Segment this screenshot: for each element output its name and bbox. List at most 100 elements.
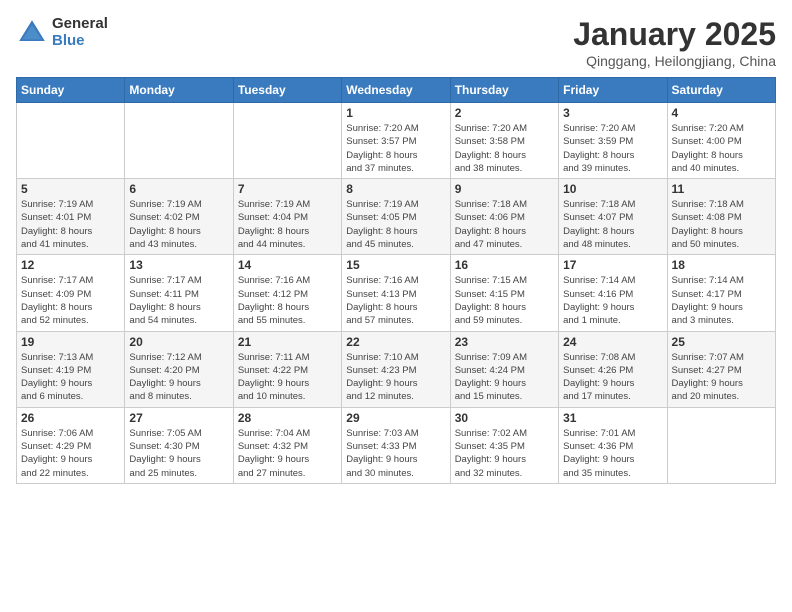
- logo-text: General Blue: [52, 16, 108, 49]
- day-number: 5: [21, 182, 120, 196]
- weekday-header-saturday: Saturday: [667, 78, 775, 103]
- day-number: 14: [238, 258, 337, 272]
- day-number: 7: [238, 182, 337, 196]
- day-info: Sunrise: 7:18 AM Sunset: 4:06 PM Dayligh…: [455, 198, 554, 251]
- calendar-cell: 5 Sunrise: 7:19 AM Sunset: 4:01 PM Daylig…: [17, 179, 125, 255]
- day-info: Sunrise: 7:20 AM Sunset: 3:57 PM Dayligh…: [346, 122, 445, 175]
- calendar-week-4: 19 Sunrise: 7:13 AM Sunset: 4:19 PM Dayli…: [17, 331, 776, 407]
- weekday-header-wednesday: Wednesday: [342, 78, 450, 103]
- calendar-cell: 13Sunrise: 7:17 AM Sunset: 4:11 PM Dayli…: [125, 255, 233, 331]
- day-info: Sunrise: 7:02 AM Sunset: 4:35 PM Dayligh…: [455, 427, 554, 480]
- calendar-cell: 23Sunrise: 7:09 AM Sunset: 4:24 PM Dayli…: [450, 331, 558, 407]
- calendar-cell: 29Sunrise: 7:03 AM Sunset: 4:33 PM Dayli…: [342, 407, 450, 483]
- day-info: Sunrise: 7:17 AM Sunset: 4:09 PM Dayligh…: [21, 274, 120, 327]
- calendar-cell: [125, 103, 233, 179]
- day-number: 24: [563, 335, 662, 349]
- day-number: 23: [455, 335, 554, 349]
- calendar-cell: 22 Sunrise: 7:10 AM Sunset: 4:23 PM Dayli…: [342, 331, 450, 407]
- day-info: Sunrise: 7:04 AM Sunset: 4:32 PM Dayligh…: [238, 427, 337, 480]
- day-info: Sunrise: 7:13 AM Sunset: 4:19 PM Dayligh…: [21, 351, 120, 404]
- calendar-cell: 30 Sunrise: 7:02 AM Sunset: 4:35 PM Dayli…: [450, 407, 558, 483]
- calendar-cell: [17, 103, 125, 179]
- calendar-cell: 3 Sunrise: 7:20 AM Sunset: 3:59 PM Daylig…: [559, 103, 667, 179]
- weekday-header-sunday: Sunday: [17, 78, 125, 103]
- day-number: 30: [455, 411, 554, 425]
- day-info: Sunrise: 7:08 AM Sunset: 4:26 PM Dayligh…: [563, 351, 662, 404]
- day-info: Sunrise: 7:20 AM Sunset: 3:59 PM Dayligh…: [563, 122, 662, 175]
- day-number: 22: [346, 335, 445, 349]
- day-info: Sunrise: 7:14 AM Sunset: 4:17 PM Dayligh…: [672, 274, 771, 327]
- calendar-week-2: 5 Sunrise: 7:19 AM Sunset: 4:01 PM Daylig…: [17, 179, 776, 255]
- day-info: Sunrise: 7:19 AM Sunset: 4:04 PM Dayligh…: [238, 198, 337, 251]
- weekday-header-tuesday: Tuesday: [233, 78, 341, 103]
- location: Qinggang, Heilongjiang, China: [573, 53, 776, 69]
- calendar-cell: 19 Sunrise: 7:13 AM Sunset: 4:19 PM Dayli…: [17, 331, 125, 407]
- calendar-cell: 28Sunrise: 7:04 AM Sunset: 4:32 PM Dayli…: [233, 407, 341, 483]
- day-number: 3: [563, 106, 662, 120]
- day-number: 21: [238, 335, 337, 349]
- calendar-cell: 27Sunrise: 7:05 AM Sunset: 4:30 PM Dayli…: [125, 407, 233, 483]
- calendar-cell: [667, 407, 775, 483]
- logo-icon: [16, 17, 48, 49]
- day-number: 17: [563, 258, 662, 272]
- logo-blue: Blue: [52, 33, 108, 50]
- day-number: 6: [129, 182, 228, 196]
- day-number: 31: [563, 411, 662, 425]
- day-number: 26: [21, 411, 120, 425]
- calendar-cell: 2 Sunrise: 7:20 AM Sunset: 3:58 PM Daylig…: [450, 103, 558, 179]
- day-info: Sunrise: 7:16 AM Sunset: 4:13 PM Dayligh…: [346, 274, 445, 327]
- day-info: Sunrise: 7:11 AM Sunset: 4:22 PM Dayligh…: [238, 351, 337, 404]
- day-info: Sunrise: 7:20 AM Sunset: 3:58 PM Dayligh…: [455, 122, 554, 175]
- day-info: Sunrise: 7:16 AM Sunset: 4:12 PM Dayligh…: [238, 274, 337, 327]
- calendar-cell: [233, 103, 341, 179]
- calendar-cell: 24 Sunrise: 7:08 AM Sunset: 4:26 PM Dayli…: [559, 331, 667, 407]
- day-info: Sunrise: 7:12 AM Sunset: 4:20 PM Dayligh…: [129, 351, 228, 404]
- calendar-cell: 25 Sunrise: 7:07 AM Sunset: 4:27 PM Dayli…: [667, 331, 775, 407]
- day-info: Sunrise: 7:18 AM Sunset: 4:08 PM Dayligh…: [672, 198, 771, 251]
- calendar-cell: 11Sunrise: 7:18 AM Sunset: 4:08 PM Dayli…: [667, 179, 775, 255]
- logo-general: General: [52, 16, 108, 33]
- day-info: Sunrise: 7:17 AM Sunset: 4:11 PM Dayligh…: [129, 274, 228, 327]
- day-number: 25: [672, 335, 771, 349]
- day-info: Sunrise: 7:14 AM Sunset: 4:16 PM Dayligh…: [563, 274, 662, 327]
- day-number: 1: [346, 106, 445, 120]
- calendar-cell: 9 Sunrise: 7:18 AM Sunset: 4:06 PM Daylig…: [450, 179, 558, 255]
- day-info: Sunrise: 7:10 AM Sunset: 4:23 PM Dayligh…: [346, 351, 445, 404]
- day-info: Sunrise: 7:19 AM Sunset: 4:05 PM Dayligh…: [346, 198, 445, 251]
- calendar-cell: 31 Sunrise: 7:01 AM Sunset: 4:36 PM Dayli…: [559, 407, 667, 483]
- day-number: 2: [455, 106, 554, 120]
- calendar-cell: 16Sunrise: 7:15 AM Sunset: 4:15 PM Dayli…: [450, 255, 558, 331]
- logo: General Blue: [16, 16, 108, 49]
- calendar-cell: 20 Sunrise: 7:12 AM Sunset: 4:20 PM Dayli…: [125, 331, 233, 407]
- day-number: 27: [129, 411, 228, 425]
- day-info: Sunrise: 7:18 AM Sunset: 4:07 PM Dayligh…: [563, 198, 662, 251]
- calendar-cell: 21 Sunrise: 7:11 AM Sunset: 4:22 PM Dayli…: [233, 331, 341, 407]
- day-info: Sunrise: 7:19 AM Sunset: 4:01 PM Dayligh…: [21, 198, 120, 251]
- calendar-week-1: 1 Sunrise: 7:20 AM Sunset: 3:57 PM Daylig…: [17, 103, 776, 179]
- calendar-cell: 7 Sunrise: 7:19 AM Sunset: 4:04 PM Daylig…: [233, 179, 341, 255]
- page-header: General Blue January 2025 Qinggang, Heil…: [16, 16, 776, 69]
- calendar-cell: 15Sunrise: 7:16 AM Sunset: 4:13 PM Dayli…: [342, 255, 450, 331]
- day-info: Sunrise: 7:06 AM Sunset: 4:29 PM Dayligh…: [21, 427, 120, 480]
- day-info: Sunrise: 7:07 AM Sunset: 4:27 PM Dayligh…: [672, 351, 771, 404]
- calendar-week-5: 26 Sunrise: 7:06 AM Sunset: 4:29 PM Dayli…: [17, 407, 776, 483]
- day-number: 20: [129, 335, 228, 349]
- weekday-header-friday: Friday: [559, 78, 667, 103]
- day-number: 8: [346, 182, 445, 196]
- day-number: 19: [21, 335, 120, 349]
- day-number: 12: [21, 258, 120, 272]
- calendar-week-3: 12 Sunrise: 7:17 AM Sunset: 4:09 PM Dayli…: [17, 255, 776, 331]
- day-info: Sunrise: 7:01 AM Sunset: 4:36 PM Dayligh…: [563, 427, 662, 480]
- calendar-cell: 8 Sunrise: 7:19 AM Sunset: 4:05 PM Daylig…: [342, 179, 450, 255]
- calendar-table: SundayMondayTuesdayWednesdayThursdayFrid…: [16, 77, 776, 484]
- day-number: 9: [455, 182, 554, 196]
- calendar-cell: 10Sunrise: 7:18 AM Sunset: 4:07 PM Dayli…: [559, 179, 667, 255]
- day-info: Sunrise: 7:15 AM Sunset: 4:15 PM Dayligh…: [455, 274, 554, 327]
- month-title: January 2025: [573, 16, 776, 53]
- weekday-header-monday: Monday: [125, 78, 233, 103]
- calendar-cell: 12 Sunrise: 7:17 AM Sunset: 4:09 PM Dayli…: [17, 255, 125, 331]
- calendar-cell: 1 Sunrise: 7:20 AM Sunset: 3:57 PM Daylig…: [342, 103, 450, 179]
- calendar-cell: 17 Sunrise: 7:14 AM Sunset: 4:16 PM Dayli…: [559, 255, 667, 331]
- calendar-cell: 6Sunrise: 7:19 AM Sunset: 4:02 PM Daylig…: [125, 179, 233, 255]
- day-info: Sunrise: 7:03 AM Sunset: 4:33 PM Dayligh…: [346, 427, 445, 480]
